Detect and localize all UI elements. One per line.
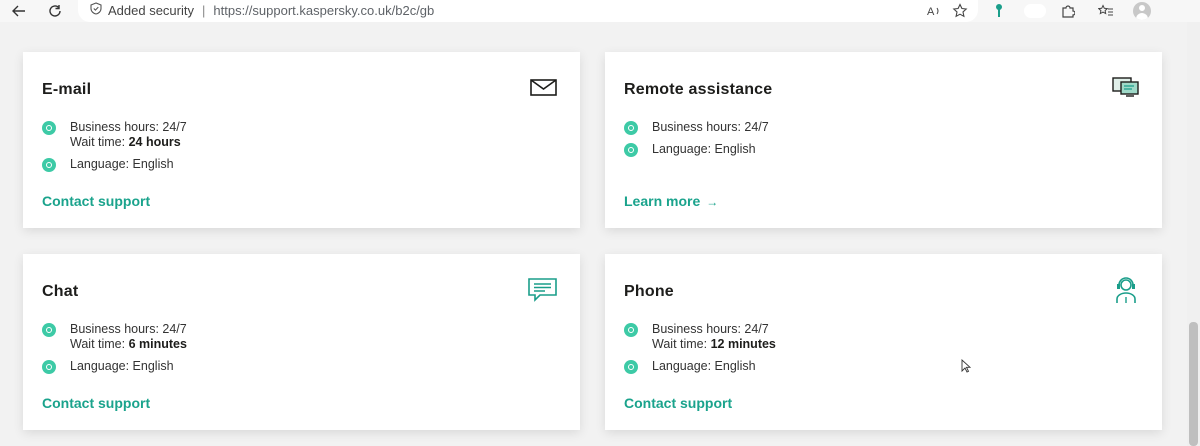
- wait-value: 12 minutes: [710, 337, 776, 351]
- bullet-icon: [624, 143, 638, 157]
- remote-assistance-card: Remote assistance Business hours: 24/7 L…: [605, 52, 1162, 228]
- envelope-icon: [530, 78, 560, 106]
- key-extension-icon[interactable]: [989, 2, 1009, 20]
- favorites-list-icon[interactable]: [1096, 2, 1116, 20]
- security-label: Added security: [108, 2, 194, 18]
- bullet-icon: [624, 121, 638, 135]
- card-title: E-mail: [42, 81, 92, 98]
- address-separator: |: [202, 2, 206, 18]
- language: Language: English: [70, 157, 174, 171]
- email-card: E-mail Business hours: 24/7 Wait time: 2…: [23, 52, 580, 228]
- remote-learn-more-link[interactable]: Learn more →: [624, 193, 718, 209]
- email-contact-support-link[interactable]: Contact support: [42, 193, 150, 209]
- profile-avatar[interactable]: [1133, 2, 1151, 20]
- address-bar[interactable]: Added security | https://support.kaspers…: [78, 0, 978, 22]
- info-language: Language: English: [42, 157, 174, 172]
- info-hours: Business hours: 24/7: [624, 120, 769, 135]
- card-title: Remote assistance: [624, 81, 773, 98]
- shield-icon: [90, 2, 102, 18]
- info-hours: Business hours: 24/7 Wait time: 12 minut…: [624, 322, 776, 352]
- bullet-icon: [42, 323, 56, 337]
- bullet-icon: [624, 360, 638, 374]
- language: Language: English: [652, 359, 756, 373]
- bullet-icon: [42, 158, 56, 172]
- learn-more-label: Learn more: [624, 193, 701, 209]
- arrow-right-icon: →: [706, 195, 719, 209]
- url-text[interactable]: https://support.kaspersky.co.uk/b2c/gb: [213, 3, 434, 18]
- bullet-icon: [42, 121, 56, 135]
- phone-card: Phone Business hours: 24/7 Wait time: 12…: [605, 254, 1162, 430]
- business-hours: Business hours: 24/7: [70, 322, 187, 336]
- read-aloud-icon[interactable]: A: [924, 2, 944, 20]
- business-hours: Business hours: 24/7: [652, 322, 769, 336]
- extensions-puzzle-icon[interactable]: [1058, 2, 1078, 20]
- headset-icon: [1113, 276, 1143, 304]
- chat-bubble-icon: [528, 278, 558, 306]
- info-hours: Business hours: 24/7 Wait time: 6 minute…: [42, 322, 187, 352]
- mouse-cursor-icon: [961, 358, 972, 373]
- language: Language: English: [70, 359, 174, 373]
- browser-toolbar: Added security | https://support.kaspers…: [0, 0, 1200, 22]
- language: Language: English: [652, 142, 756, 156]
- scrollbar-thumb[interactable]: [1189, 322, 1198, 446]
- chat-contact-support-link[interactable]: Contact support: [42, 395, 150, 411]
- favorite-star-icon[interactable]: [950, 2, 970, 20]
- refresh-icon[interactable]: [44, 1, 66, 21]
- svg-text:A: A: [927, 6, 935, 18]
- bullet-icon: [42, 360, 56, 374]
- wait-label: Wait time:: [70, 337, 129, 351]
- business-hours: Business hours: 24/7: [652, 120, 769, 134]
- card-title: Phone: [624, 283, 674, 300]
- wait-value: 24 hours: [128, 135, 181, 149]
- wait-value: 6 minutes: [128, 337, 187, 351]
- phone-contact-support-link[interactable]: Contact support: [624, 395, 732, 411]
- chat-card: Chat Business hours: 24/7 Wait time: 6 m…: [23, 254, 580, 430]
- wait-label: Wait time:: [70, 135, 129, 149]
- info-language: Language: English: [624, 142, 756, 157]
- info-language: Language: English: [624, 359, 756, 374]
- bullet-icon: [624, 323, 638, 337]
- card-title: Chat: [42, 283, 79, 300]
- back-icon[interactable]: [8, 1, 30, 21]
- wait-label: Wait time:: [652, 337, 711, 351]
- info-hours: Business hours: 24/7 Wait time: 24 hours: [42, 120, 187, 150]
- extension-slot[interactable]: [1024, 4, 1046, 18]
- business-hours: Business hours: 24/7: [70, 120, 187, 134]
- info-language: Language: English: [42, 359, 174, 374]
- remote-desktop-icon: [1112, 76, 1142, 104]
